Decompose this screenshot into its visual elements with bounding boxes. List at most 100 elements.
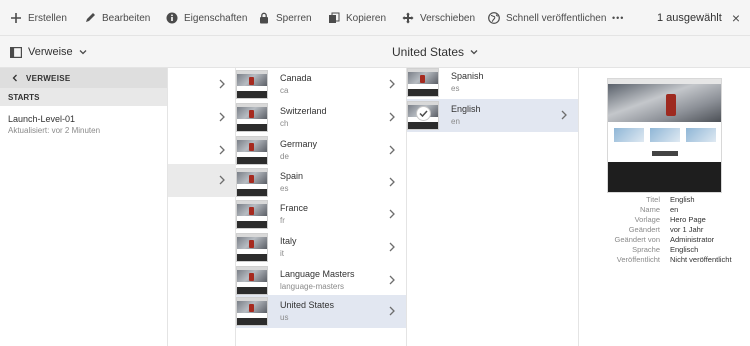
chevron-right-icon[interactable] [560,110,568,120]
item-name: es [280,184,289,193]
view-label: Verweise [28,46,73,58]
item-title: France [280,203,309,213]
chevron-right-icon[interactable] [388,306,396,316]
lock-label: Sperren [276,12,312,24]
property-value: vor 1 Jahr [670,225,704,234]
chevron-right-icon [219,112,225,122]
chevron-right-icon[interactable] [388,145,396,155]
launch-subtitle: Aktualisiert: vor 2 Minuten [8,126,101,135]
page-thumbnail [236,266,268,295]
list-item-selected[interactable]: United States us [236,295,406,328]
property-key: Vorlage [634,215,660,224]
column-parent [168,68,236,346]
copy-label: Kopieren [346,12,387,24]
properties-label: Eigenschaften [184,12,248,24]
location-title[interactable]: United States [392,36,478,68]
item-title: Germany [280,139,318,149]
property-row: Name en [579,205,750,215]
list-item[interactable]: Spanish es [407,66,578,99]
item-title: Spain [280,171,304,181]
item-name: ch [280,119,289,128]
left-rail: VERWEISE STARTS Launch-Level-01 Aktualis… [0,68,168,346]
item-title: English [451,104,481,114]
more-icon: ••• [612,13,625,23]
property-key: Sprache [632,245,660,254]
lock-button[interactable]: Sperren [258,0,312,36]
page-thumbnail [236,103,268,132]
launch-entry[interactable]: Launch-Level-01 Aktualisiert: vor 2 Minu… [0,106,167,135]
move-label: Verschieben [420,12,476,24]
close-selection-icon[interactable]: × [732,10,740,26]
list-item[interactable]: France fr [236,198,406,231]
checkmark-icon[interactable] [416,106,431,121]
property-key: Veröffentlicht [616,255,660,264]
move-button[interactable]: Verschieben [402,0,475,36]
chevron-right-icon[interactable] [388,275,396,285]
edit-label: Bearbeiten [102,12,151,24]
item-name: fr [280,216,285,225]
page-thumbnail [236,70,268,99]
launch-title: Launch-Level-01 [8,114,76,124]
parent-row[interactable] [168,101,236,134]
item-name: es [451,84,460,93]
list-item[interactable]: Canada ca [236,68,406,101]
parent-row[interactable] [168,134,236,167]
selected-count: 1 ausgewählt [656,12,722,24]
create-label: Erstellen [28,12,67,24]
create-button[interactable]: Erstellen [10,0,67,36]
properties-button[interactable]: Eigenschaften [166,0,247,36]
property-key: Geändert [628,225,660,234]
list-item[interactable]: Switzerland ch [236,101,406,134]
chevron-down-icon [470,50,478,55]
navigation-bar: Verweise United States [0,36,750,68]
quick-publish-button[interactable]: Schnell veröffentlichen [488,0,606,36]
item-title: Spanish [451,71,484,81]
move-icon [402,12,414,24]
chevron-right-icon[interactable] [388,177,396,187]
edit-button[interactable]: Bearbeiten [84,0,150,36]
item-title: Canada [280,73,312,83]
chevron-right-icon[interactable] [388,79,396,89]
info-icon [166,12,178,24]
chevron-right-icon [219,175,225,185]
copy-button[interactable]: Kopieren [328,0,386,36]
item-title: Language Masters [280,269,355,279]
page-thumbnail [407,68,439,97]
item-title: United States [280,300,335,310]
parent-row-selected[interactable] [168,164,236,197]
chevron-down-icon [79,50,87,55]
property-key: Titel [646,195,660,204]
column-languages: Spanish es English en [407,68,579,346]
rail-back-button[interactable]: VERWEISE [0,68,167,88]
rail-view-switcher[interactable]: Verweise [10,36,87,68]
location-label: United States [392,45,465,59]
chevron-right-icon [219,79,225,89]
parent-row[interactable] [168,68,236,101]
list-item-selected[interactable]: English en [407,99,578,132]
item-name: de [280,152,289,161]
action-toolbar: Erstellen Bearbeiten Eigenschaften Sperr… [0,0,750,36]
list-item[interactable]: Spain es [236,166,406,199]
chevron-right-icon[interactable] [388,112,396,122]
pencil-icon [86,13,95,22]
property-row: Vorlage Hero Page [579,215,750,225]
property-value: English [670,195,695,204]
property-value: en [670,205,679,214]
rail-toggle-icon [10,46,22,58]
list-item[interactable]: Germany de [236,134,406,167]
globe-icon [488,12,500,24]
list-item[interactable]: Italy it [236,231,406,264]
property-value: Nicht veröffentlicht [670,255,732,264]
chevron-right-icon[interactable] [388,242,396,252]
list-item[interactable]: Language Masters language-masters [236,264,406,297]
item-name: us [280,313,289,322]
property-value: Administrator [670,235,715,244]
property-row: Geändert vor 1 Jahr [579,225,750,235]
more-actions-button[interactable]: ••• [612,0,624,36]
item-title: Italy [280,236,297,246]
page-thumbnail [236,168,268,197]
chevron-right-icon[interactable] [388,209,396,219]
item-name: ca [280,86,289,95]
chevron-left-icon [12,74,17,82]
rail-back-label: VERWEISE [26,73,71,83]
